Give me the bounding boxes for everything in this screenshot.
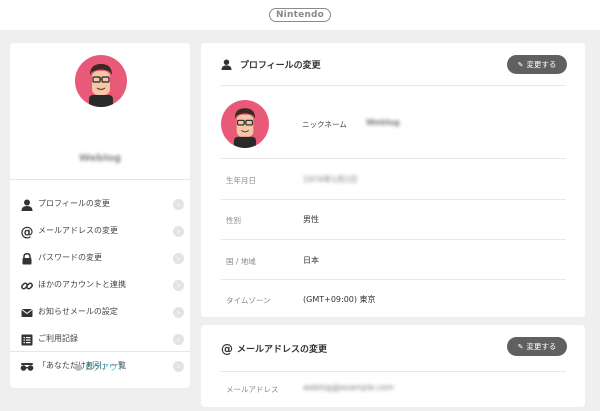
chevron-right-icon: › bbox=[173, 280, 184, 291]
nickname-label: ニックネーム bbox=[302, 120, 347, 129]
sidebar-username: Weblog bbox=[78, 153, 122, 164]
divider bbox=[10, 351, 190, 352]
person-icon bbox=[221, 59, 236, 72]
list-icon bbox=[20, 333, 34, 347]
profile-title-text: プロフィールの変更 bbox=[239, 61, 321, 71]
nickname-value: Weblog bbox=[366, 118, 400, 127]
sidebar-item-label: ほかのアカウントと連携 bbox=[38, 280, 126, 289]
divider bbox=[221, 279, 566, 280]
divider bbox=[221, 371, 566, 372]
timezone-label: タイムゾーン bbox=[226, 296, 271, 305]
sidebar-item-label: メールアドレスの変更 bbox=[38, 226, 118, 235]
edit-button-label: 変更する bbox=[526, 60, 557, 69]
birthdate-value: 1974年1月1日 bbox=[303, 175, 358, 184]
sidebar-item-label: ご利用記録 bbox=[38, 334, 78, 343]
chevron-right-icon: › bbox=[173, 226, 184, 237]
sidebar-item-label: プロフィールの変更 bbox=[38, 199, 110, 208]
divider bbox=[221, 85, 566, 86]
mii-face-icon bbox=[89, 64, 113, 107]
sidebar: Weblog プロフィールの変更 › @ メールアドレスの変更 › パスワードの… bbox=[10, 43, 190, 388]
birthdate-label: 生年月日 bbox=[226, 176, 256, 185]
link-icon bbox=[20, 279, 34, 293]
logout-icon bbox=[75, 364, 82, 371]
sidebar-item-notification-mail[interactable]: お知らせメールの設定 › bbox=[10, 301, 190, 325]
divider bbox=[221, 158, 566, 159]
edit-email-button[interactable]: ✎ 変更する bbox=[507, 337, 567, 356]
email-title-text: メールアドレスの変更 bbox=[237, 345, 328, 355]
profile-card: プロフィールの変更 ✎ 変更する ニックネーム Weblog 生年月日 1974年… bbox=[201, 43, 585, 317]
gender-label: 性別 bbox=[226, 216, 241, 225]
pencil-icon: ✎ bbox=[517, 342, 524, 351]
region-value: 日本 bbox=[303, 256, 319, 265]
chevron-right-icon: › bbox=[173, 334, 184, 345]
sidebar-item-label: お知らせメールの設定 bbox=[38, 307, 118, 316]
region-label: 国 / 地域 bbox=[226, 257, 256, 266]
sidebar-item-email[interactable]: @ メールアドレスの変更 › bbox=[10, 220, 190, 244]
logout-link[interactable]: ログアウト bbox=[10, 362, 190, 373]
mii-face-icon bbox=[233, 108, 257, 148]
sidebar-item-password[interactable]: パスワードの変更 › bbox=[10, 247, 190, 271]
top-bar: Nintendo bbox=[0, 0, 600, 30]
at-icon: @ bbox=[20, 224, 34, 240]
envelope-icon bbox=[20, 306, 34, 320]
nintendo-logo[interactable]: Nintendo bbox=[268, 8, 332, 22]
divider bbox=[10, 179, 190, 180]
divider bbox=[221, 239, 566, 240]
edit-button-label: 変更する bbox=[526, 342, 557, 351]
chevron-right-icon: › bbox=[173, 307, 184, 318]
person-icon bbox=[20, 198, 34, 212]
profile-avatar bbox=[221, 100, 269, 148]
divider bbox=[221, 199, 566, 200]
sidebar-item-profile[interactable]: プロフィールの変更 › bbox=[10, 193, 190, 217]
sidebar-item-link-accounts[interactable]: ほかのアカウントと連携 › bbox=[10, 274, 190, 298]
avatar bbox=[75, 55, 127, 107]
edit-profile-button[interactable]: ✎ 変更する bbox=[507, 55, 567, 74]
profile-card-title: プロフィールの変更 bbox=[221, 58, 321, 72]
email-card-title: @ メールアドレスの変更 bbox=[221, 342, 327, 356]
chevron-right-icon: › bbox=[173, 199, 184, 210]
email-card: @ メールアドレスの変更 ✎ 変更する メールアドレス weblog@example… bbox=[201, 325, 585, 407]
gender-value: 男性 bbox=[303, 215, 319, 224]
chevron-right-icon: › bbox=[173, 253, 184, 264]
sidebar-item-label: パスワードの変更 bbox=[38, 253, 102, 262]
timezone-value: (GMT+09:00) 東京 bbox=[303, 295, 376, 304]
email-address-label: メールアドレス bbox=[226, 385, 279, 394]
sidebar-item-usage-history[interactable]: ご利用記録 › bbox=[10, 328, 190, 352]
at-icon: @ bbox=[221, 342, 233, 356]
logout-label: ログアウト bbox=[85, 363, 125, 372]
lock-icon bbox=[20, 252, 34, 266]
pencil-icon: ✎ bbox=[517, 60, 524, 69]
email-address-value: weblog@example.com bbox=[303, 383, 394, 392]
